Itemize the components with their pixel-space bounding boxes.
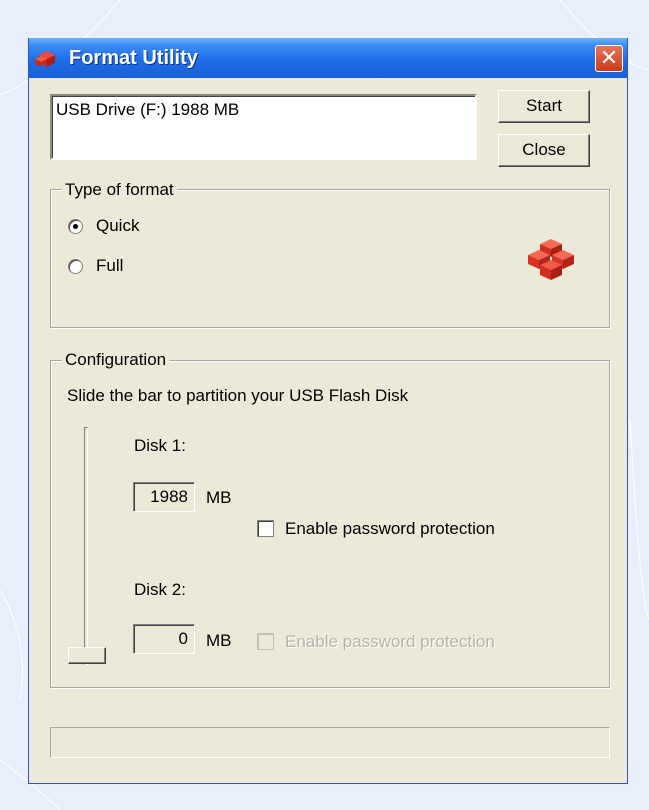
app-logo-icon [35,51,55,67]
configuration-legend: Configuration [62,350,170,370]
format-utility-window: Format Utility ✕ USB Drive (F:) 1988 MB … [28,38,628,784]
disk2-unit: MB [206,631,232,650]
disk2-label: Disk 2: [134,580,186,599]
title-bar[interactable]: Format Utility ✕ [29,38,627,78]
partition-instruction: Slide the bar to partition your USB Flas… [67,386,409,405]
close-window-button[interactable]: ✕ [595,45,623,72]
partition-slider-thumb[interactable] [68,647,106,664]
disk1-password-checkbox[interactable] [257,520,274,537]
disk2-password-label: Enable password protection [285,632,495,651]
drive-list-item[interactable]: USB Drive (F:) 1988 MB [56,100,239,119]
disk1-label: Disk 1: [134,436,186,455]
window-title: Format Utility [69,47,198,69]
close-button[interactable]: Close [498,134,590,167]
disk2-size-field: 0 [133,624,195,654]
start-button[interactable]: Start [498,90,590,123]
red-blocks-logo-icon [528,239,574,280]
disk1-password-label[interactable]: Enable password protection [285,519,495,539]
full-label[interactable]: Full [96,256,123,276]
disk1-unit: MB [206,488,232,507]
type-of-format-legend: Type of format [62,180,177,200]
disk1-size-field: 1988 [133,482,195,512]
quick-label[interactable]: Quick [96,216,139,236]
quick-radio[interactable] [68,219,83,234]
drive-list[interactable]: USB Drive (F:) 1988 MB [50,94,477,160]
full-radio[interactable] [68,259,83,274]
close-icon: ✕ [599,45,619,70]
status-bar [50,727,610,758]
radio-selected-dot [73,224,78,229]
disk2-password-checkbox [257,633,274,650]
partition-slider-track[interactable] [84,427,88,665]
